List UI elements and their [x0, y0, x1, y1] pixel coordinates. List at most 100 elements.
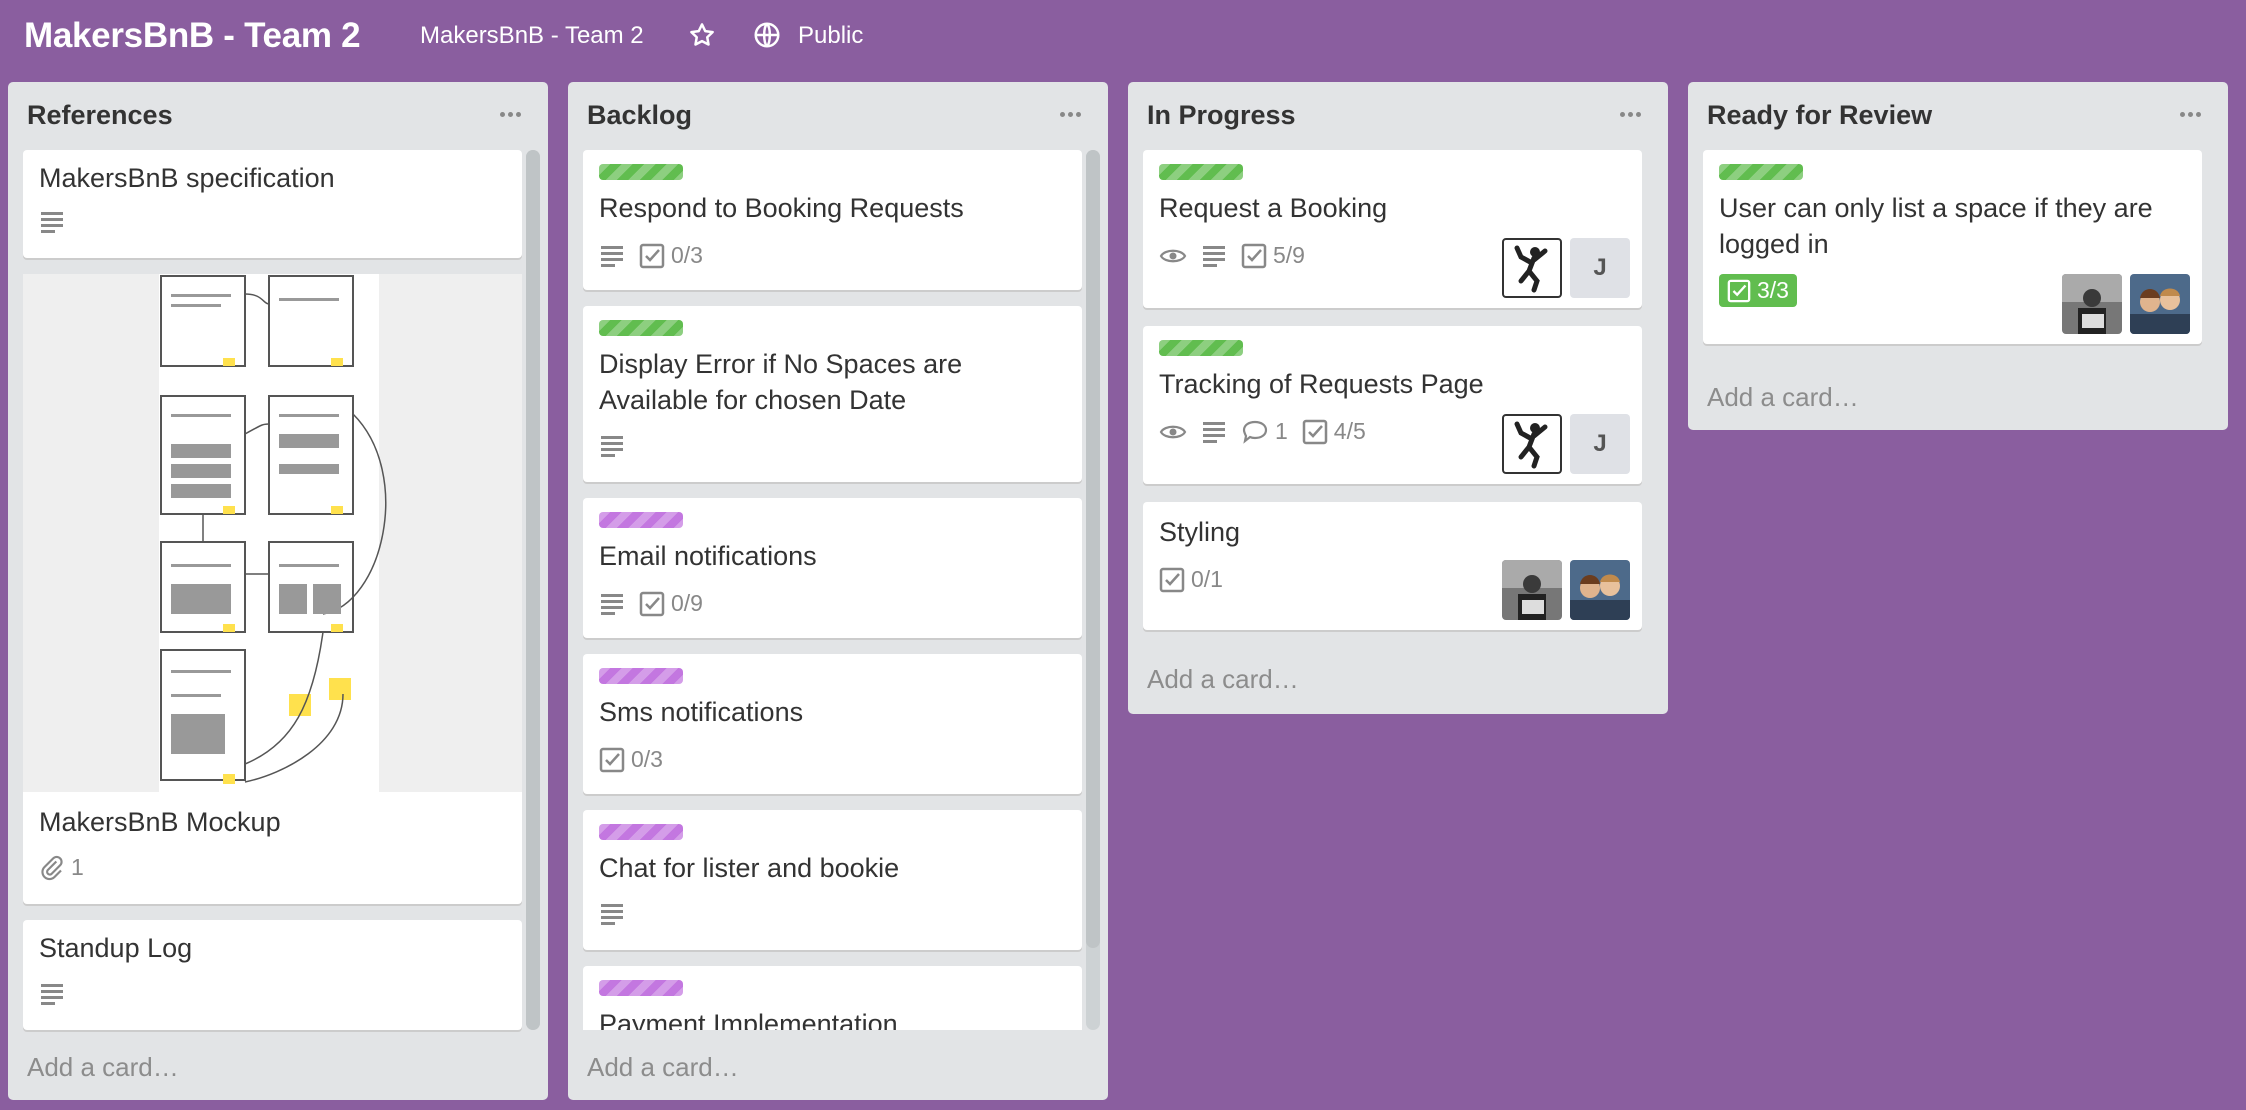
checkbox-icon [639, 591, 665, 616]
star-icon[interactable] [687, 20, 717, 50]
card[interactable]: MakersBnB specification [23, 150, 522, 258]
card[interactable]: Tracking of Requests Page 1 4/5 J [1143, 326, 1642, 484]
card[interactable]: Sms notifications 0/3 [583, 654, 1082, 794]
card-title: Chat for lister and bookie [599, 853, 900, 883]
checklist-count: 5/9 [1273, 242, 1305, 268]
checklist-complete-badge: 3/3 [1719, 274, 1797, 307]
card[interactable]: Email notifications 0/9 [583, 498, 1082, 638]
eye-icon [1159, 425, 1187, 438]
checklist-count: 0/3 [631, 746, 663, 772]
member-initial-avatar[interactable]: J [1570, 238, 1630, 298]
list-in-progress: In Progress Request a Booking 5/9 J Trac… [1128, 82, 1668, 714]
add-card-button[interactable]: Add a card… [1147, 664, 1299, 695]
checklist-count: 0/9 [671, 590, 703, 616]
globe-icon[interactable] [752, 20, 782, 50]
description-icon [601, 904, 623, 925]
attachment-count: 1 [71, 854, 84, 880]
card[interactable]: Standup Log [23, 920, 522, 1030]
checklist-count: 4/5 [1333, 418, 1366, 444]
paperclip-icon [41, 855, 63, 880]
climber-icon [1514, 245, 1548, 293]
label-purple [599, 512, 683, 528]
comment-icon [1242, 420, 1268, 444]
checkbox-icon [1159, 567, 1185, 592]
list-title[interactable]: In Progress [1147, 100, 1296, 131]
card-title: Respond to Booking Requests [599, 193, 964, 223]
description-icon [1203, 421, 1225, 443]
card-title: Tracking of Requests Page [1159, 369, 1484, 399]
card-title: MakersBnB Mockup [39, 807, 281, 837]
list-ready-for-review: Ready for Review User can only list a sp… [1688, 82, 2228, 430]
card-title: Payment Implementation [599, 1009, 898, 1030]
card-title: Email notifications [599, 541, 817, 571]
member-initial-avatar[interactable]: J [1570, 414, 1630, 474]
description-icon [41, 212, 63, 233]
add-card-button[interactable]: Add a card… [587, 1052, 739, 1083]
card-title: Styling [1159, 517, 1241, 547]
list-backlog: Backlog Respond to Booking Requests 0/3 … [568, 82, 1108, 1100]
list-menu-icon[interactable] [2180, 104, 2206, 118]
label-purple [599, 668, 683, 684]
checkbox-icon [1727, 279, 1751, 302]
mockup-image [23, 274, 522, 792]
team-name[interactable]: MakersBnB - Team 2 [420, 22, 644, 50]
checklist-count: 3/3 [1757, 277, 1789, 303]
checklist-badge: 0/1 [1159, 566, 1223, 593]
list-title[interactable]: Ready for Review [1707, 100, 1932, 131]
eye-icon [1159, 249, 1187, 262]
add-card-button[interactable]: Add a card… [27, 1052, 179, 1083]
member-photo-avatar[interactable] [1570, 560, 1630, 620]
card[interactable]: Styling 0/1 [1143, 502, 1642, 630]
card[interactable]: Display Error if No Spaces are Available… [583, 306, 1082, 482]
checkbox-icon [1241, 243, 1267, 268]
label-green [599, 164, 683, 180]
board-header: MakersBnB - Team 2 MakersBnB - Team 2 Pu… [0, 0, 2246, 72]
label-green [1159, 164, 1243, 180]
label-green [1719, 164, 1803, 180]
comment-count: 1 [1275, 418, 1288, 444]
description-icon [601, 245, 623, 267]
checklist-count: 0/1 [1191, 566, 1223, 592]
scrollbar[interactable] [526, 150, 540, 1030]
card-title: User can only list a space if they are l… [1719, 193, 2153, 259]
checklist-badge: 0/3 [639, 242, 703, 269]
label-purple [599, 824, 683, 840]
card[interactable]: MakersBnB Mockup 1 [23, 274, 522, 904]
card[interactable]: User can only list a space if they are l… [1703, 150, 2202, 344]
board-title[interactable]: MakersBnB - Team 2 [24, 16, 361, 56]
climber-icon [1514, 421, 1548, 469]
list-title[interactable]: Backlog [587, 100, 692, 131]
card[interactable]: Respond to Booking Requests 0/3 [583, 150, 1082, 290]
list-references: References MakersBnB specification Maker… [8, 82, 548, 1100]
member-avatar[interactable] [1502, 238, 1562, 298]
list-title[interactable]: References [27, 100, 173, 131]
attachment-badge: 1 [39, 854, 84, 881]
list-menu-icon[interactable] [1620, 104, 1646, 118]
description-icon [1203, 245, 1225, 267]
scrollbar[interactable] [1086, 150, 1100, 1030]
checklist-badge: 5/9 [1241, 242, 1305, 269]
checklist-badge: 0/3 [599, 746, 663, 773]
member-photo-avatar[interactable] [2130, 274, 2190, 334]
card[interactable]: Request a Booking 5/9 J [1143, 150, 1642, 308]
member-avatar[interactable] [1502, 414, 1562, 474]
add-card-button[interactable]: Add a card… [1707, 382, 1859, 413]
list-menu-icon[interactable] [500, 104, 526, 118]
card-title: Display Error if No Spaces are Available… [599, 349, 963, 415]
member-photo-avatar[interactable] [2062, 274, 2122, 334]
card-list: Respond to Booking Requests 0/3 Display … [583, 150, 1082, 1030]
member-photo-avatar[interactable] [1502, 560, 1562, 620]
description-icon [41, 984, 63, 1005]
checkbox-icon [639, 243, 665, 268]
card[interactable]: Chat for lister and bookie [583, 810, 1082, 950]
checklist-count: 0/3 [671, 242, 703, 268]
card-title: Standup Log [39, 933, 193, 963]
checklist-badge: 0/9 [639, 590, 703, 617]
label-green [599, 320, 683, 336]
visibility-label[interactable]: Public [798, 22, 863, 50]
list-menu-icon[interactable] [1060, 104, 1086, 118]
card-title: MakersBnB specification [39, 163, 335, 193]
description-icon [601, 436, 623, 457]
card[interactable]: Payment Implementation [583, 966, 1082, 1030]
card-title: Sms notifications [599, 697, 804, 727]
